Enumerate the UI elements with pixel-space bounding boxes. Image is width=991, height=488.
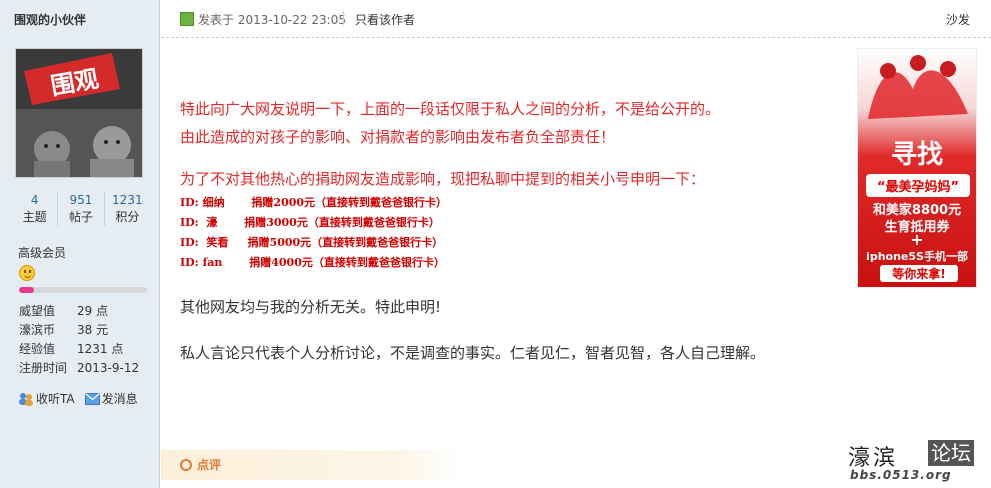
post-status-icon [180, 12, 194, 26]
id-row-1: ID: 细纳 捐赠2000元（直接转到戴爸爸银行卡） [180, 196, 447, 209]
info-key-register-date: 注册时间 [19, 361, 68, 375]
ad-plus: + [910, 230, 924, 249]
envelope-icon [84, 392, 100, 405]
logo-box-text: 论坛 [928, 440, 974, 466]
info-val-experience: 1231 点 [77, 342, 124, 356]
info-row: 经验值 1231 点 [19, 340, 154, 359]
info-key-experience: 经验值 [19, 342, 56, 356]
stat-points-label: 积分 [115, 210, 140, 224]
follow-button[interactable]: 收听TA [18, 390, 75, 407]
stat-points[interactable]: 1231 积分 [105, 192, 150, 226]
user-group[interactable]: 高级会员 [18, 244, 66, 261]
declaration-line: 为了不对其他热心的捐助网友造成影响，现把私聊中提到的相关小号申明一下： [180, 170, 706, 188]
statement-line: 其他网友均与我的分析无关。特此申明! [180, 298, 442, 316]
info-row: 濠滨币 38 元 [19, 321, 154, 340]
info-row: 威望值 29 点 [19, 302, 154, 321]
follow-icon [19, 392, 33, 406]
stat-topics[interactable]: 4 主题 [12, 192, 59, 226]
send-message-button[interactable]: 发消息 [84, 390, 138, 407]
only-author-link[interactable]: 只看该作者 [355, 11, 415, 28]
stat-topics-value: 4 [30, 193, 39, 207]
ad-line-4: 等你来拿! [880, 265, 958, 282]
comment-button[interactable]: 点评 [197, 456, 221, 473]
comment-icon[interactable] [180, 459, 192, 471]
stat-points-value: 1231 [112, 193, 143, 207]
user-actions: 收听TA 发消息 [18, 390, 138, 407]
info-key-coins: 濠滨币 [19, 323, 56, 337]
id-row-4: ID: fan 捐赠4000元（直接转到戴爸爸银行卡） [180, 256, 445, 269]
level-progress-bar [19, 287, 147, 293]
id-row-3: ID: 笑看 捐赠5000元（直接转到戴爸爸银行卡） [180, 236, 444, 249]
ad-subtitle: “最美孕妈妈” [866, 174, 970, 197]
ad-line-3: iphone5S手机一部 [866, 250, 968, 263]
logo-url: bbs.0513.org [850, 468, 952, 482]
disclaimer-line: 私人言论只代表个人分析讨论，不是调查的事实。仁者见仁，智者见智，各人自己理解。 [180, 344, 766, 362]
author-name[interactable]: 围观的小伙伴 [14, 11, 86, 28]
info-val-prestige: 29 点 [77, 304, 109, 318]
ad-title: 寻找 [890, 140, 943, 170]
smiley-icon [19, 265, 35, 281]
author-sidebar: 围观的小伙伴 围观 4 主题 951 帖子 1231 积分 高级会员 威望值 2… [0, 0, 160, 488]
separator [343, 11, 344, 25]
stat-posts[interactable]: 951 帖子 [58, 192, 105, 226]
user-info: 威望值 29 点 濠滨币 38 元 经验值 1231 点 注册时间 2013-9… [19, 302, 154, 378]
ad-figures-graphic [868, 55, 968, 119]
side-advertisement[interactable]: 寻找 “最美孕妈妈” 和美家8800元 生育抵用券 + iphone5S手机一部… [857, 48, 977, 288]
stat-topics-label: 主题 [22, 210, 47, 224]
post-header: 发表于 2013-10-22 23:05 只看该作者 沙发 [161, 0, 991, 38]
info-val-coins: 38 元 [77, 323, 109, 337]
avatar[interactable]: 围观 [15, 48, 143, 178]
follow-label: 收听TA [36, 392, 75, 406]
user-stats: 4 主题 951 帖子 1231 积分 [12, 192, 150, 226]
stat-posts-label: 帖子 [68, 210, 93, 224]
notice-line-1: 特此向广大网友说明一下，上面的一段话仅限于私人之间的分析，不是给公开的。 [180, 100, 721, 118]
post-date: 发表于 2013-10-22 23:05 [198, 13, 346, 27]
floor-number[interactable]: 沙发 [946, 11, 970, 28]
info-row: 注册时间 2013-9-12 [19, 359, 154, 378]
level-progress-fill [19, 287, 35, 293]
notice-line-2: 由此造成的对孩子的影响、对捐款者的影响由发布者负全部责任！ [180, 128, 616, 146]
info-key-prestige: 威望值 [19, 304, 56, 318]
site-watermark-logo: 濠滨 论坛 bbs.0513.org [848, 440, 986, 484]
send-message-label: 发消息 [101, 392, 138, 406]
info-val-register-date: 2013-9-12 [77, 361, 140, 375]
stat-posts-value: 951 [69, 193, 93, 207]
id-row-2: ID: 濠 捐赠3000元（直接转到戴爸爸银行卡） [180, 216, 440, 229]
post-content: 特此向广大网友说明一下，上面的一段话仅限于私人之间的分析，不是给公开的。 由此造… [180, 95, 840, 365]
